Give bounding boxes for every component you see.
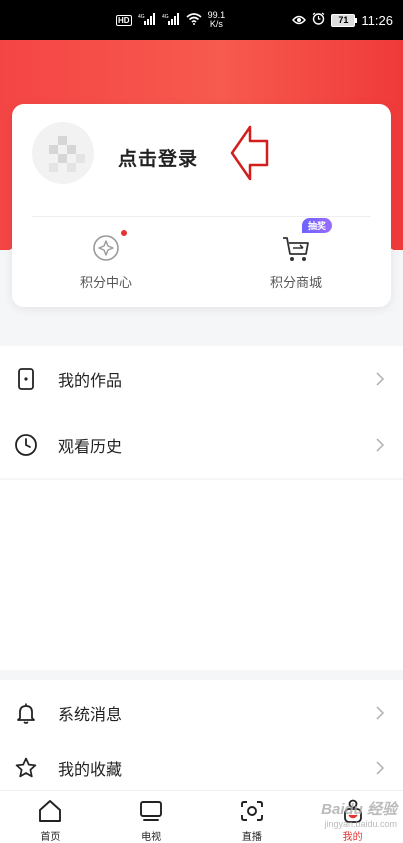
login-button[interactable]: 点击登录: [118, 144, 198, 171]
menu-label-my-favorites: 我的收藏: [58, 760, 123, 779]
alarm-icon: [312, 12, 325, 28]
menu-label-system-messages: 系统消息: [58, 705, 123, 724]
watermark-line2: jingyan.baidu.com: [324, 819, 397, 829]
lottery-badge: 抽奖: [302, 218, 333, 233]
nav-live[interactable]: 直播: [202, 791, 303, 843]
works-icon: [18, 368, 34, 390]
watermark-line1: Baidu 经验: [321, 801, 397, 818]
shopping-cart-icon: 抽奖: [280, 218, 333, 264]
chevron-right-icon: [376, 761, 385, 775]
menu-label-watch-history: 观看历史: [58, 437, 123, 456]
net-speed-unit: K/s: [209, 19, 223, 29]
annotation-arrow-icon: [230, 125, 269, 181]
status-right: 71 11:26: [292, 10, 393, 30]
points-center-button[interactable]: 积分中心: [46, 230, 166, 291]
profile-card: 点击登录 积分中心 抽奖 积分商城: [12, 104, 391, 307]
notification-dot: [121, 230, 127, 236]
status-bar: HD 4G 4G 99.1 K/s 71 11:26: [0, 0, 403, 40]
points-mall-label: 积分商城: [269, 276, 322, 291]
avatar[interactable]: [32, 122, 94, 184]
hd-badge: HD: [116, 14, 132, 26]
signal-label-1: 4G: [138, 14, 145, 20]
signal-icon-2: 4G: [162, 12, 180, 28]
menu-item-my-works[interactable]: 我的作品: [0, 346, 403, 412]
points-center-icon: [90, 230, 127, 264]
star-icon: [15, 757, 37, 778]
points-center-label: 积分中心: [79, 276, 132, 291]
nav-home-label: 首页: [40, 832, 61, 843]
points-mall-button[interactable]: 抽奖 积分商城: [236, 218, 356, 291]
menu-label-my-works: 我的作品: [58, 371, 123, 390]
signal-label-2: 4G: [162, 14, 169, 20]
nav-live-label: 直播: [241, 832, 262, 843]
live-icon: [240, 801, 263, 821]
signal-icon: 4G: [138, 12, 156, 28]
battery-indicator: 71: [331, 13, 358, 27]
eye-icon: [292, 13, 307, 28]
empty-content-area: [0, 480, 403, 670]
clock-icon: [15, 434, 37, 456]
menu-item-system-messages[interactable]: 系统消息: [0, 680, 403, 746]
home-icon: [39, 800, 62, 822]
nav-tv-label: 电视: [141, 832, 162, 843]
bell-icon: [17, 703, 35, 724]
chevron-right-icon: [376, 706, 385, 720]
nav-tv[interactable]: 电视: [101, 791, 202, 843]
card-divider: [32, 216, 371, 217]
tv-icon: [140, 801, 163, 821]
status-left: HD 4G 4G 99.1 K/s: [116, 10, 225, 30]
net-speed: 99.1 K/s: [208, 11, 226, 29]
clock-time: 11:26: [361, 12, 393, 28]
nav-home[interactable]: 首页: [0, 791, 101, 843]
wifi-icon: [186, 12, 202, 28]
chevron-right-icon: [376, 438, 385, 452]
chevron-right-icon: [376, 372, 385, 386]
menu-item-my-favorites[interactable]: 我的收藏: [0, 746, 403, 790]
menu-item-watch-history[interactable]: 观看历史: [0, 412, 403, 478]
baidu-watermark: Baidu 经验 jingyan.baidu.com: [321, 798, 397, 829]
nav-profile-label: 我的: [342, 832, 363, 843]
